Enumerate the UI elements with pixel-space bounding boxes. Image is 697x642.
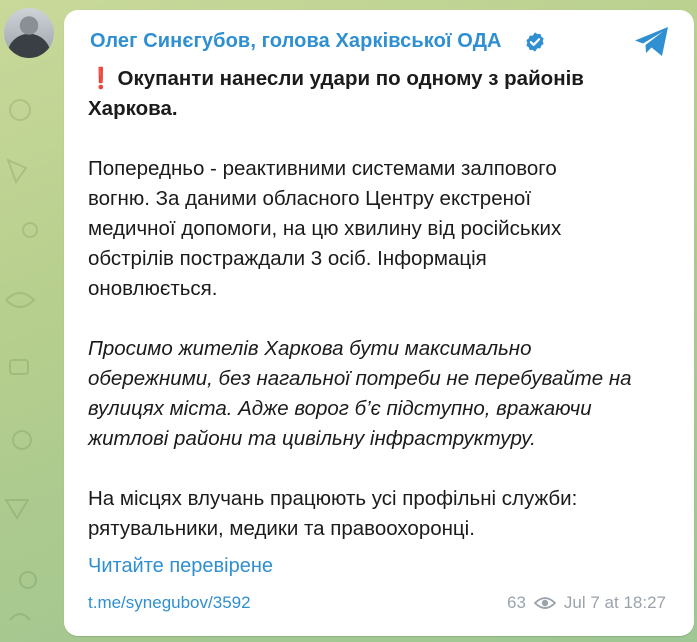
channel-avatar[interactable] <box>4 8 54 58</box>
message-text: ❗ Окупанти нанесли удари по одному з райо… <box>88 64 678 544</box>
paragraph-details: Попередньо - реактивними системами залпо… <box>88 157 562 300</box>
sender-name[interactable]: Олег Синєгубов, голова Харківської ОДА <box>90 30 502 53</box>
verified-badge-icon <box>526 32 544 52</box>
view-count: 63 <box>507 593 526 612</box>
telegram-share-icon[interactable] <box>632 24 672 60</box>
message-meta: 63 Jul 7 at 18:27 <box>507 593 666 613</box>
read-more-link[interactable]: Читайте перевірене <box>88 555 273 578</box>
headline: ❗ Окупанти нанесли удари по одному з райо… <box>88 67 584 120</box>
eye-icon <box>533 597 556 609</box>
paragraph-services: На місцях влучань працюють усі профільні… <box>88 487 578 540</box>
paragraph-appeal: Просимо жителів Харкова бути максимально… <box>88 337 632 450</box>
message-timestamp: Jul 7 at 18:27 <box>563 593 666 612</box>
message-bubble: Олег Синєгубов, голова Харківської ОДА ❗… <box>64 10 694 636</box>
post-url-link[interactable]: t.me/synegubov/3592 <box>88 593 251 613</box>
exclamation-icon: ❗ <box>88 67 114 90</box>
